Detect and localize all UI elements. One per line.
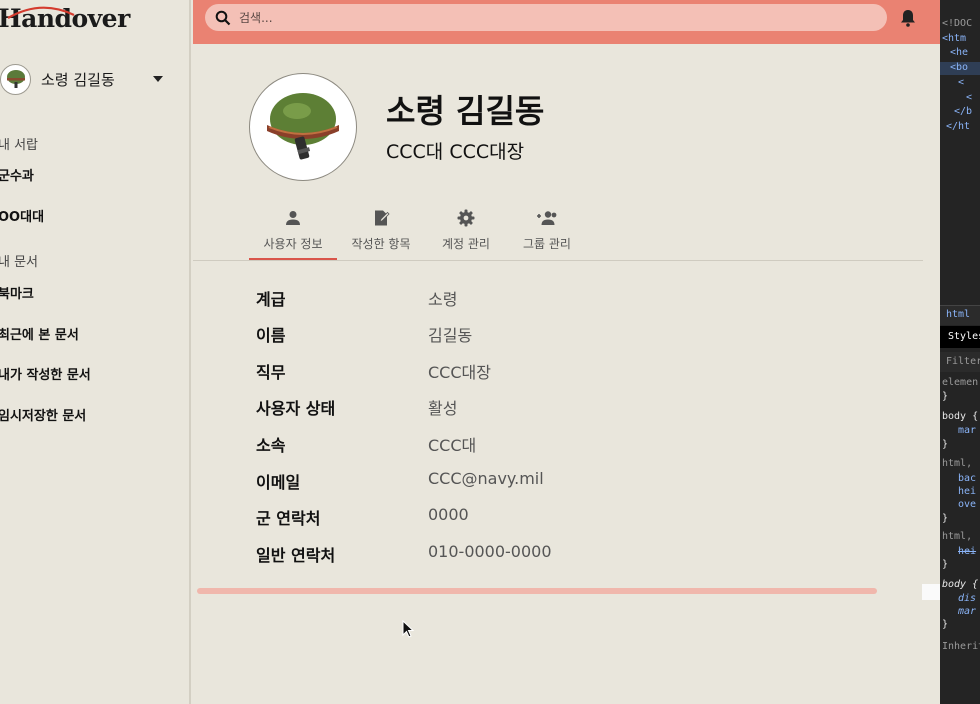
info-row-rank: 계급 소령 [256,286,676,310]
tab-account-settings[interactable]: 계정 관리 [425,204,507,260]
info-key: 이메일 [256,473,301,492]
info-key: 직무 [256,363,286,382]
info-row-phone: 일반 연락처 010-0000-0000 [256,542,676,566]
dom-line[interactable]: <bo [950,62,968,73]
tab-label: 계정 관리 [442,237,490,251]
info-row-email: 이메일 CCC@navy.mil [256,469,676,493]
sidebar: Handover 소령 김길동 내 서랍 군수과 OO대대 내 문서 북마크 최… [0,0,191,704]
sidebar-item-logistics[interactable]: 군수과 [0,165,34,184]
section-label-documents: 내 문서 [0,255,39,270]
info-row-military-phone: 군 연락처 0000 [256,505,676,529]
profile-tabs: 사용자 정보 작성한 항목 계정 관리 그룹 관리 [249,204,587,260]
search-input[interactable] [239,10,839,25]
css-rule-line: ove [958,499,977,510]
horizontal-scrollbar[interactable] [197,588,877,594]
dom-line[interactable]: <htm [942,33,966,44]
info-value: 010-0000-0000 [428,542,552,561]
top-bar [193,0,940,44]
tab-group-management[interactable]: 그룹 관리 [507,204,587,260]
css-rule-line: mar [958,606,977,617]
logo-arc-icon [7,6,75,19]
devtools-breadcrumb-html[interactable]: html [946,309,970,320]
css-rule-line: } [942,559,949,570]
helmet-icon [267,93,339,160]
css-rule-line: } [942,513,949,524]
tab-label: 작성한 항목 [351,237,411,251]
css-rule-line: bac [958,473,977,484]
chevron-down-icon[interactable] [153,76,163,82]
info-key: 사용자 상태 [256,399,336,418]
user-menu[interactable]: 소령 김길동 [0,62,175,96]
info-row-status: 사용자 상태 활성 [256,395,676,419]
css-rule-line: } [942,391,949,402]
devtools-filter[interactable]: Filter [940,352,980,372]
dom-line[interactable]: </b [954,106,972,117]
info-row-unit: 소속 CCC대 [256,432,676,456]
sidebar-item-bookmarks[interactable]: 북마크 [0,283,34,302]
devtools-styles-tab[interactable]: Styles [940,326,980,348]
profile-page: 소령 김길동 CCC대 CCC대장 사용자 정보 작성한 항목 계정 관리 그룹… [193,44,940,704]
gear-icon [457,209,475,227]
info-value: CCC@navy.mil [428,469,544,488]
tab-divider [193,260,923,261]
dom-line[interactable]: </ht [946,121,970,132]
sidebar-item-battalion[interactable]: OO대대 [0,206,44,225]
avatar [0,63,31,95]
info-value: CCC대 [428,436,477,455]
css-rule-line: html, [942,458,973,469]
info-value: 활성 [428,399,458,418]
info-key: 소속 [256,436,286,455]
css-rule-line: hei [958,486,977,497]
info-key: 계급 [256,290,286,309]
helmet-icon [6,70,25,88]
info-key: 이름 [256,326,286,345]
css-rule-line: Inherite [942,641,980,652]
css-rule-line: html, [942,531,973,542]
sidebar-item-drafts[interactable]: 임시저장한 문서 [0,405,86,424]
person-icon [286,211,300,225]
user-name: 소령 김길동 [41,70,115,89]
scrollbar-corner [922,584,940,600]
info-row-position: 직무 CCC대장 [256,359,676,383]
info-key: 군 연락처 [256,509,321,528]
info-value: 0000 [428,505,469,524]
tab-label: 사용자 정보 [263,237,323,251]
devtools-panel: <!DOC <htm <he <bo < < </b </ht html Sty… [940,0,980,704]
css-rule-line: } [942,619,949,630]
dom-line[interactable]: <!DOC [942,18,972,29]
css-rule-line: mar [958,425,977,436]
css-rule-line: hei [958,546,977,557]
css-rule-line: elemen [942,377,979,388]
css-rule-line: body { [942,579,979,590]
search-bar[interactable] [205,4,887,31]
tab-authored-items[interactable]: 작성한 항목 [337,204,425,260]
edit-note-icon [375,210,390,226]
dom-line[interactable]: < [966,92,972,103]
tab-label: 그룹 관리 [523,237,571,251]
profile-name: 소령 김길동 [386,92,545,130]
css-rule-line: body { [942,411,979,422]
css-rule-line: } [942,439,949,450]
info-key: 일반 연락처 [256,546,336,565]
info-value: 소령 [428,290,458,309]
info-value: CCC대장 [428,363,491,382]
search-icon [215,10,231,25]
sidebar-item-my-documents[interactable]: 내가 작성한 문서 [0,364,91,383]
css-rule-line: dis [958,593,977,604]
filter-label: Filter [946,356,980,367]
bell-icon[interactable] [898,8,918,28]
tab-user-info[interactable]: 사용자 정보 [249,204,337,260]
devtools-breadcrumb: html [940,305,980,325]
profile-avatar [249,73,357,181]
profile-subtitle: CCC대 CCC대장 [386,141,525,163]
mouse-cursor-icon [402,620,415,638]
dom-line[interactable]: < [958,77,964,88]
styles-tab-label: Styles [948,331,980,342]
info-value: 김길동 [428,326,473,345]
group-add-icon [537,211,557,225]
section-label-drawer: 내 서랍 [0,138,39,153]
info-row-name: 이름 김길동 [256,322,676,346]
dom-line[interactable]: <he [950,47,968,58]
sidebar-item-recent[interactable]: 최근에 본 문서 [0,324,79,343]
